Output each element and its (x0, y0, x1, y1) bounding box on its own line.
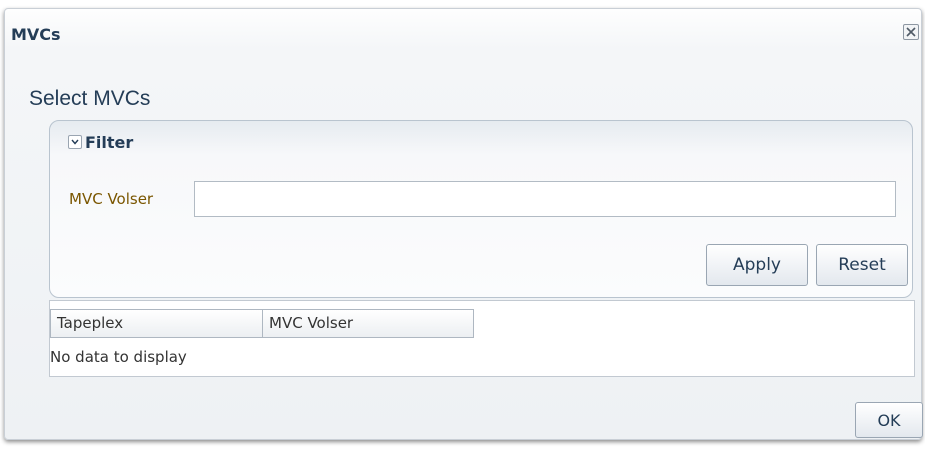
mvcs-dialog: MVCs Select MVCs Filter MVC Volser Apply… (4, 8, 923, 440)
mvc-volser-label: MVC Volser (69, 190, 154, 208)
chevron-down-icon (71, 139, 79, 145)
filter-label[interactable]: Filter (85, 133, 133, 152)
apply-button[interactable]: Apply (706, 244, 808, 286)
dialog-title: MVCs (11, 25, 61, 44)
filter-collapse-toggle[interactable] (68, 135, 82, 149)
column-header-mvc-volser[interactable]: MVC Volser (262, 309, 474, 338)
empty-table-message: No data to display (50, 348, 187, 366)
close-icon (906, 27, 916, 37)
reset-button[interactable]: Reset (816, 244, 908, 286)
ok-button[interactable]: OK (855, 402, 923, 438)
close-button[interactable] (903, 24, 919, 40)
mvc-volser-input[interactable] (194, 181, 896, 217)
page-heading: Select MVCs (29, 87, 151, 110)
mvc-table: Tapeplex MVC Volser No data to display (49, 300, 915, 377)
column-header-tapeplex[interactable]: Tapeplex (50, 309, 262, 338)
